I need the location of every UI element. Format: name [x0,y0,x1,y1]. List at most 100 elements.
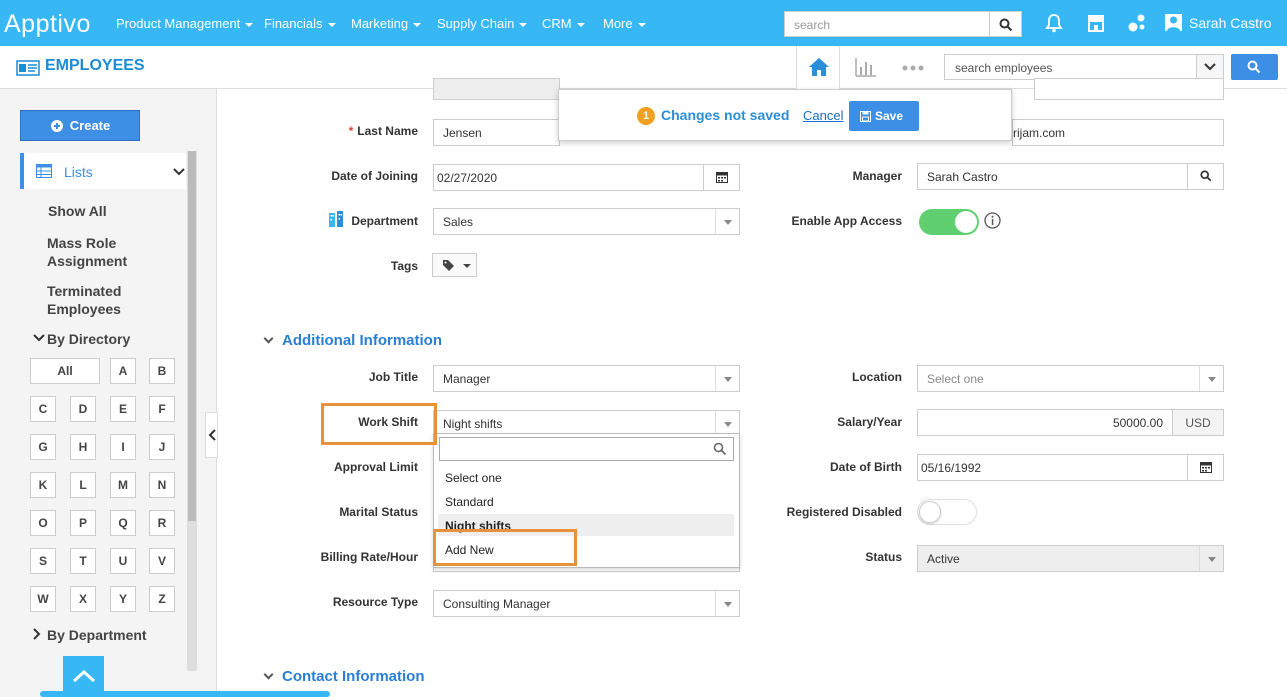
menu-financials[interactable]: Financials [264,16,336,31]
user-name[interactable]: Sarah Castro [1189,15,1271,31]
letter-z[interactable]: Z [149,586,175,612]
employee-search-input[interactable]: search employees [944,54,1197,80]
by-department-heading[interactable]: By Department [47,626,147,644]
sidebar-item-mass-role-assignment[interactable]: Mass Role Assignment [47,234,147,270]
department-select[interactable]: Sales [433,208,740,235]
create-button[interactable]: Create [20,110,140,141]
marital-status-label: Marital Status [339,505,418,519]
last-name-input[interactable]: Jensen [433,119,560,146]
letter-e[interactable]: E [110,396,136,422]
sidebar-collapse-toggle[interactable] [205,412,218,458]
status-select[interactable]: Active [917,545,1224,572]
tags-button[interactable] [432,253,477,277]
date-of-joining-input[interactable]: 02/27/2020 [433,164,740,191]
letter-u[interactable]: U [110,548,136,574]
letter-b[interactable]: B [149,358,175,384]
apptivo-logo[interactable]: Apptivo [4,10,91,39]
letter-i[interactable]: I [110,434,136,460]
sidebar-item-show-all[interactable]: Show All [48,202,107,220]
bottom-accent-bar [40,691,330,697]
save-button[interactable]: Save [849,101,919,131]
changes-not-saved-message: Changes not saved [661,107,790,123]
menu-supply-chain[interactable]: Supply Chain [437,16,528,31]
letter-q[interactable]: Q [110,510,136,536]
resource-type-select[interactable]: Consulting Manager [433,590,740,617]
menu-crm[interactable]: CRM [542,16,585,31]
partial-field-top-left[interactable] [433,78,560,100]
dropdown-arrow-icon [1199,366,1223,391]
manager-search-button[interactable] [1187,164,1223,189]
registered-disabled-toggle[interactable] [917,499,977,525]
save-label: Save [875,109,904,123]
letter-d[interactable]: D [70,396,96,422]
more-options-icon[interactable] [902,65,924,71]
currency-select[interactable]: USD [1172,409,1224,436]
global-search-button[interactable] [990,11,1022,37]
letter-v[interactable]: V [149,548,175,574]
contact-information-header[interactable]: Contact Information [263,668,425,685]
bell-icon[interactable] [1045,13,1063,33]
menu-label: CRM [542,16,572,31]
letter-o[interactable]: O [30,510,56,536]
letter-l[interactable]: L [70,472,96,498]
apps-icon[interactable] [1127,13,1147,33]
manager-input[interactable]: Sarah Castro [917,163,1224,190]
letter-s[interactable]: S [30,548,56,574]
shift-option-select-one[interactable]: Select one [438,466,734,488]
letter-k[interactable]: K [30,472,56,498]
menu-marketing[interactable]: Marketing [351,16,422,31]
letter-y[interactable]: Y [110,586,136,612]
user-avatar-icon[interactable] [1165,14,1182,31]
search-filter-dropdown[interactable] [1196,54,1224,80]
dropdown-search-input[interactable] [439,437,734,461]
caret-down-icon [576,22,585,27]
home-tab[interactable] [796,46,840,89]
sidebar-item-terminated-employees[interactable]: Terminated Employees [47,282,147,318]
additional-information-header[interactable]: Additional Information [263,332,442,349]
letter-t[interactable]: T [70,548,96,574]
store-icon[interactable] [1086,13,1106,33]
info-icon[interactable] [984,212,1001,229]
tags-label: Tags [390,259,418,273]
location-select[interactable]: Select one [917,365,1224,392]
sidebar-scrollbar-thumb[interactable] [188,151,196,521]
letter-w[interactable]: W [30,586,56,612]
chevron-down-icon[interactable] [33,334,45,342]
letter-j[interactable]: J [149,434,175,460]
chevron-right-icon[interactable] [33,628,41,640]
by-directory-heading[interactable]: By Directory [47,330,130,348]
letter-a[interactable]: A [110,358,136,384]
salary-input[interactable]: 50000.00 [917,409,1173,436]
letter-r[interactable]: R [149,510,175,536]
partial-field-top-right[interactable] [1034,78,1224,100]
shift-option-standard[interactable]: Standard [438,490,734,512]
email-input[interactable]: rijam.com [1012,119,1224,146]
letter-m[interactable]: M [110,472,136,498]
calendar-button[interactable] [703,165,739,190]
letter-all[interactable]: All [30,358,100,384]
toggle-knob [955,211,977,233]
date-of-birth-input[interactable]: 05/16/1992 [917,454,1224,481]
letter-p[interactable]: P [70,510,96,536]
job-title-select[interactable]: Manager [433,365,740,392]
letter-n[interactable]: N [149,472,175,498]
letter-g[interactable]: G [30,434,56,460]
calendar-button[interactable] [1187,455,1223,480]
letter-h[interactable]: H [70,434,96,460]
letter-x[interactable]: X [70,586,96,612]
menu-more[interactable]: More [603,16,646,31]
app-access-toggle[interactable] [919,209,979,235]
lists-label: Lists [64,164,93,180]
search-icon [713,442,727,456]
calendar-icon [716,172,728,183]
letter-c[interactable]: C [30,396,56,422]
employee-search-button[interactable] [1231,54,1278,80]
global-search-input[interactable]: search [784,11,990,37]
cancel-link[interactable]: Cancel [803,108,843,123]
resource-type-value: Consulting Manager [443,597,551,611]
lists-dropdown[interactable]: Lists [20,153,186,189]
dashboard-chart-icon[interactable] [855,57,877,77]
menu-product-management[interactable]: Product Management [116,16,254,31]
letter-f[interactable]: F [149,396,175,422]
employee-card-icon [16,60,40,76]
